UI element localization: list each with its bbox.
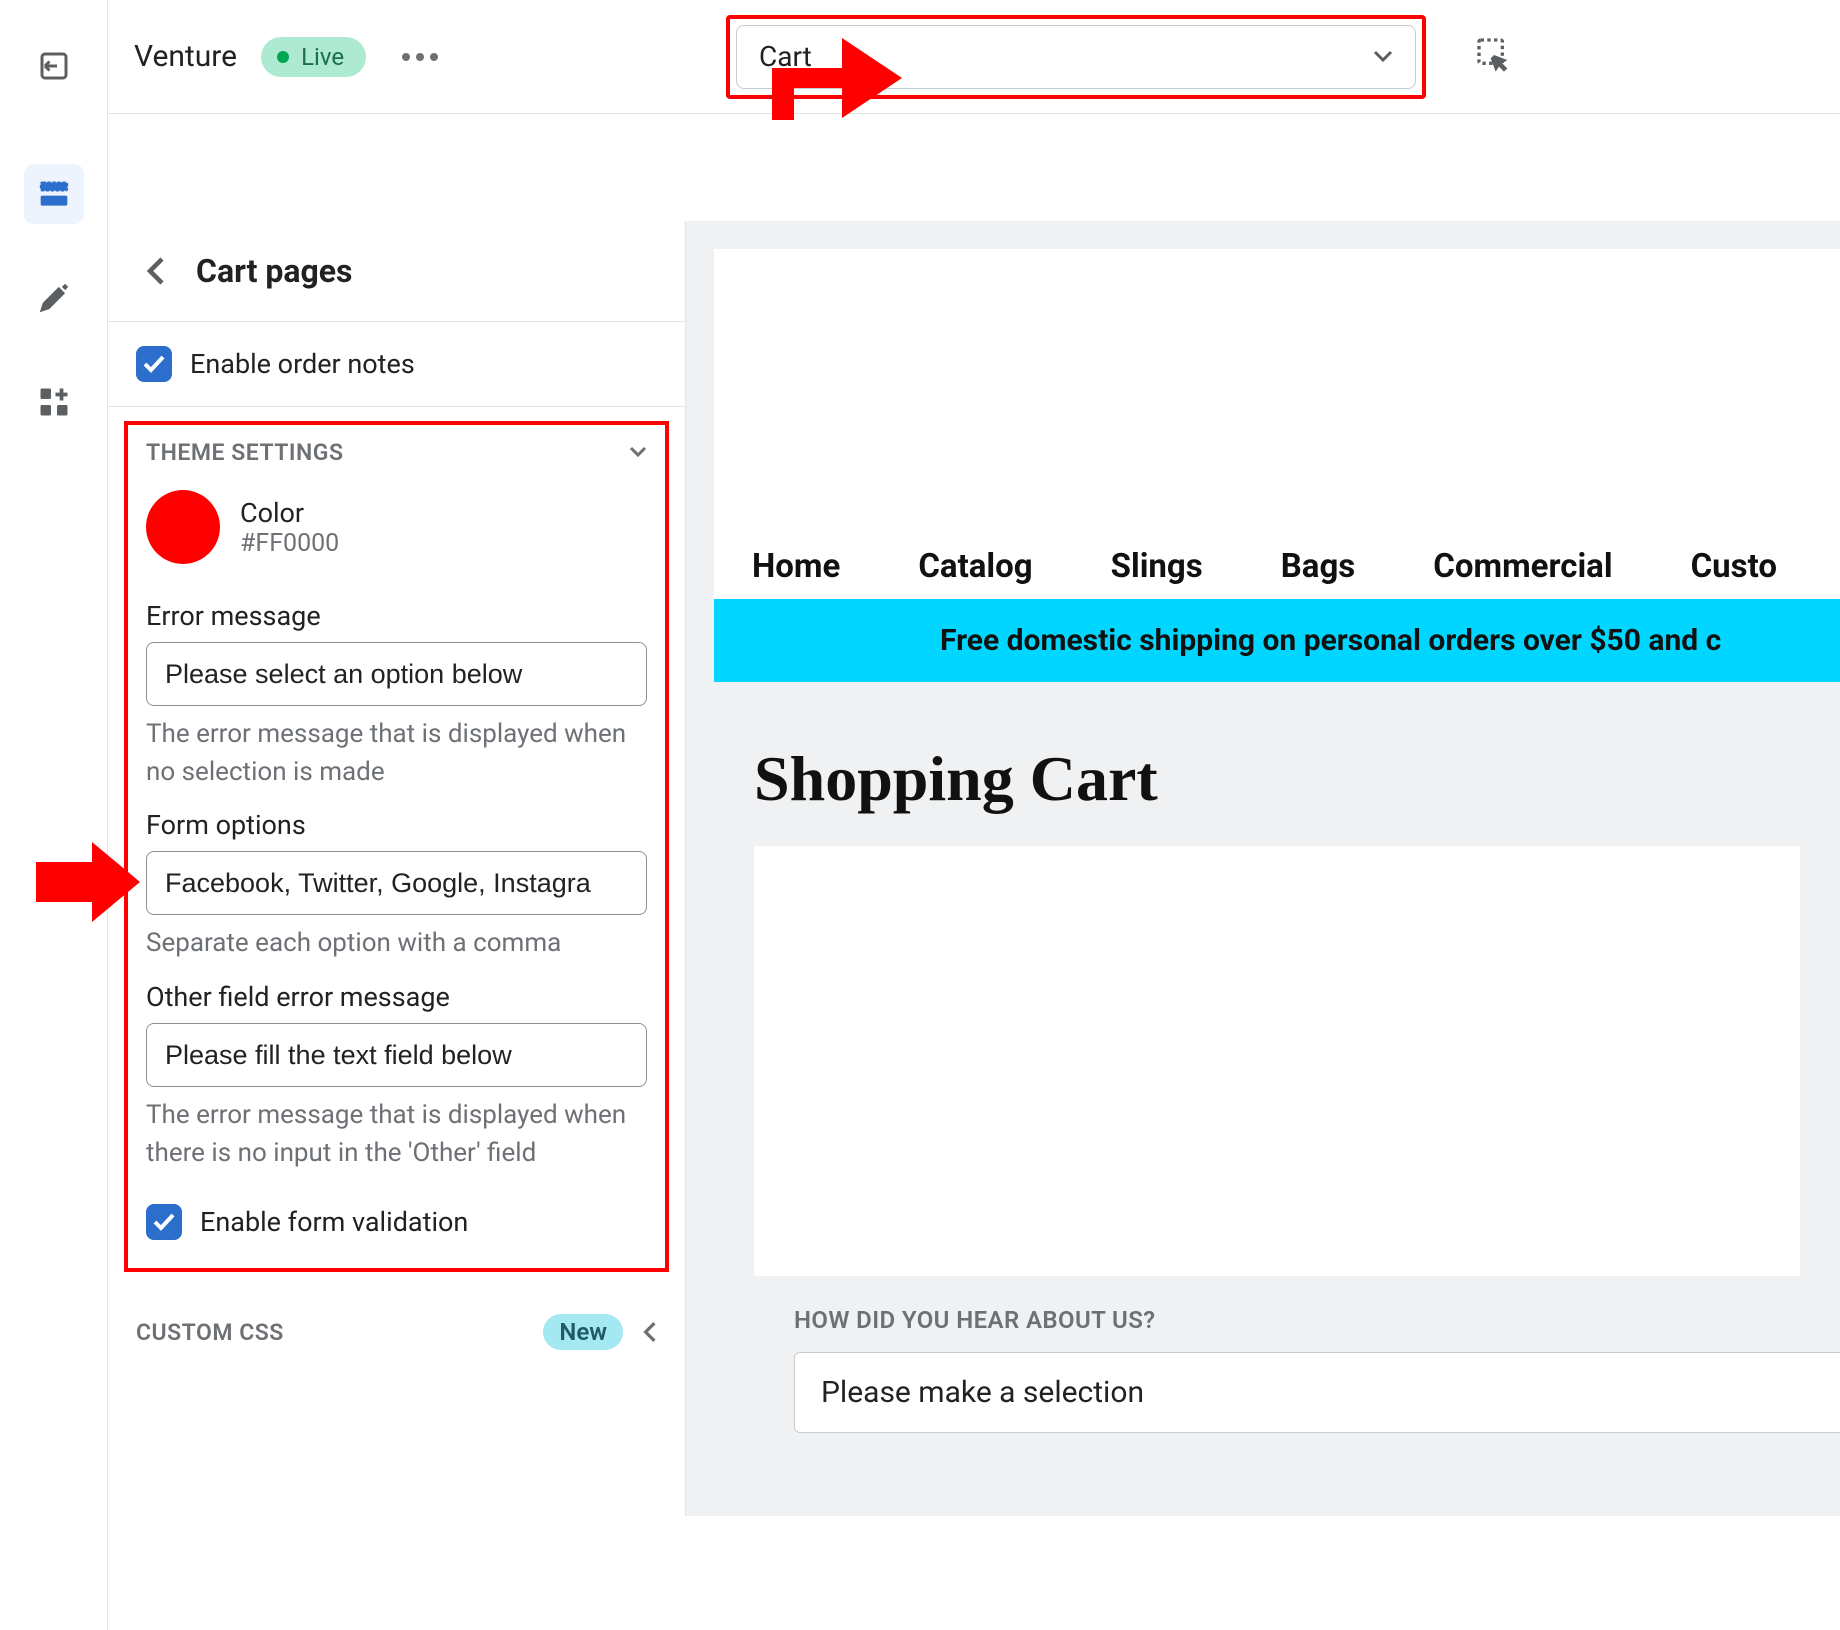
nav-catalog[interactable]: Catalog xyxy=(918,547,1032,586)
form-options-input[interactable] xyxy=(146,851,647,915)
form-options-label: Form options xyxy=(146,809,647,851)
custom-css-label: CUSTOM CSS xyxy=(136,1319,284,1346)
live-badge: Live xyxy=(261,37,366,77)
survey-label: HOW DID YOU HEAR ABOUT US? xyxy=(794,1306,1760,1352)
cart-title: Shopping Cart xyxy=(754,742,1800,816)
form-options-help: Separate each option with a comma xyxy=(146,915,647,963)
nav-bags[interactable]: Bags xyxy=(1281,547,1356,586)
color-swatch xyxy=(146,490,220,564)
more-actions-button[interactable] xyxy=(402,53,438,61)
error-message-input[interactable] xyxy=(146,642,647,706)
topbar: Venture Live xyxy=(108,0,686,114)
enable-form-validation-label: Enable form validation xyxy=(200,1206,468,1238)
survey-select-value: Please make a selection xyxy=(821,1375,1144,1410)
other-error-help: The error message that is displayed when… xyxy=(146,1087,647,1172)
annotation-arrow-side xyxy=(36,842,140,922)
error-message-help: The error message that is displayed when… xyxy=(146,706,647,791)
theme-settings-icon[interactable] xyxy=(24,268,84,328)
nav-commercial[interactable]: Commercial xyxy=(1433,547,1612,586)
back-button[interactable] xyxy=(136,251,176,291)
chevron-down-icon xyxy=(1373,50,1393,64)
theme-name: Venture xyxy=(134,39,237,74)
left-rail xyxy=(0,0,108,1630)
panel-title: Cart pages xyxy=(196,252,352,290)
sections-icon[interactable] xyxy=(24,164,84,224)
survey-select[interactable]: Please make a selection xyxy=(794,1352,1840,1433)
collapse-caret-icon[interactable] xyxy=(629,443,647,462)
theme-settings-highlight: THEME SETTINGS Color #FF0000 Error messa… xyxy=(124,421,669,1272)
new-badge: New xyxy=(543,1314,623,1350)
nav-home[interactable]: Home xyxy=(752,547,840,586)
enable-form-validation-checkbox[interactable] xyxy=(146,1204,182,1240)
color-label: Color xyxy=(240,497,339,529)
inspector-icon[interactable] xyxy=(1474,35,1514,79)
promo-banner: Free domestic shipping on personal order… xyxy=(714,599,1840,682)
theme-settings-label: THEME SETTINGS xyxy=(146,439,344,466)
preview-area: Home Catalog Slings Bags Commercial Cust… xyxy=(686,221,1840,1516)
enable-order-notes-label: Enable order notes xyxy=(190,348,415,380)
enable-order-notes-checkbox[interactable] xyxy=(136,346,172,382)
other-error-input[interactable] xyxy=(146,1023,647,1087)
color-setting[interactable]: Color #FF0000 xyxy=(146,480,647,588)
other-error-label: Other field error message xyxy=(146,981,647,1023)
error-message-label: Error message xyxy=(146,600,647,642)
exit-editor-icon[interactable] xyxy=(24,36,84,96)
chevron-left-icon xyxy=(643,1321,657,1343)
order-notes-section: Enable order notes xyxy=(108,322,685,407)
color-hex: #FF0000 xyxy=(240,529,339,558)
cart-items-placeholder xyxy=(754,846,1800,1276)
apps-icon[interactable] xyxy=(24,372,84,432)
custom-css-section[interactable]: CUSTOM CSS New xyxy=(108,1286,685,1378)
settings-sidebar: Cart pages Enable order notes THEME SETT… xyxy=(108,221,686,1516)
nav-slings[interactable]: Slings xyxy=(1111,547,1203,586)
nav-custom[interactable]: Custo xyxy=(1691,547,1777,586)
annotation-arrow-top xyxy=(772,20,902,120)
